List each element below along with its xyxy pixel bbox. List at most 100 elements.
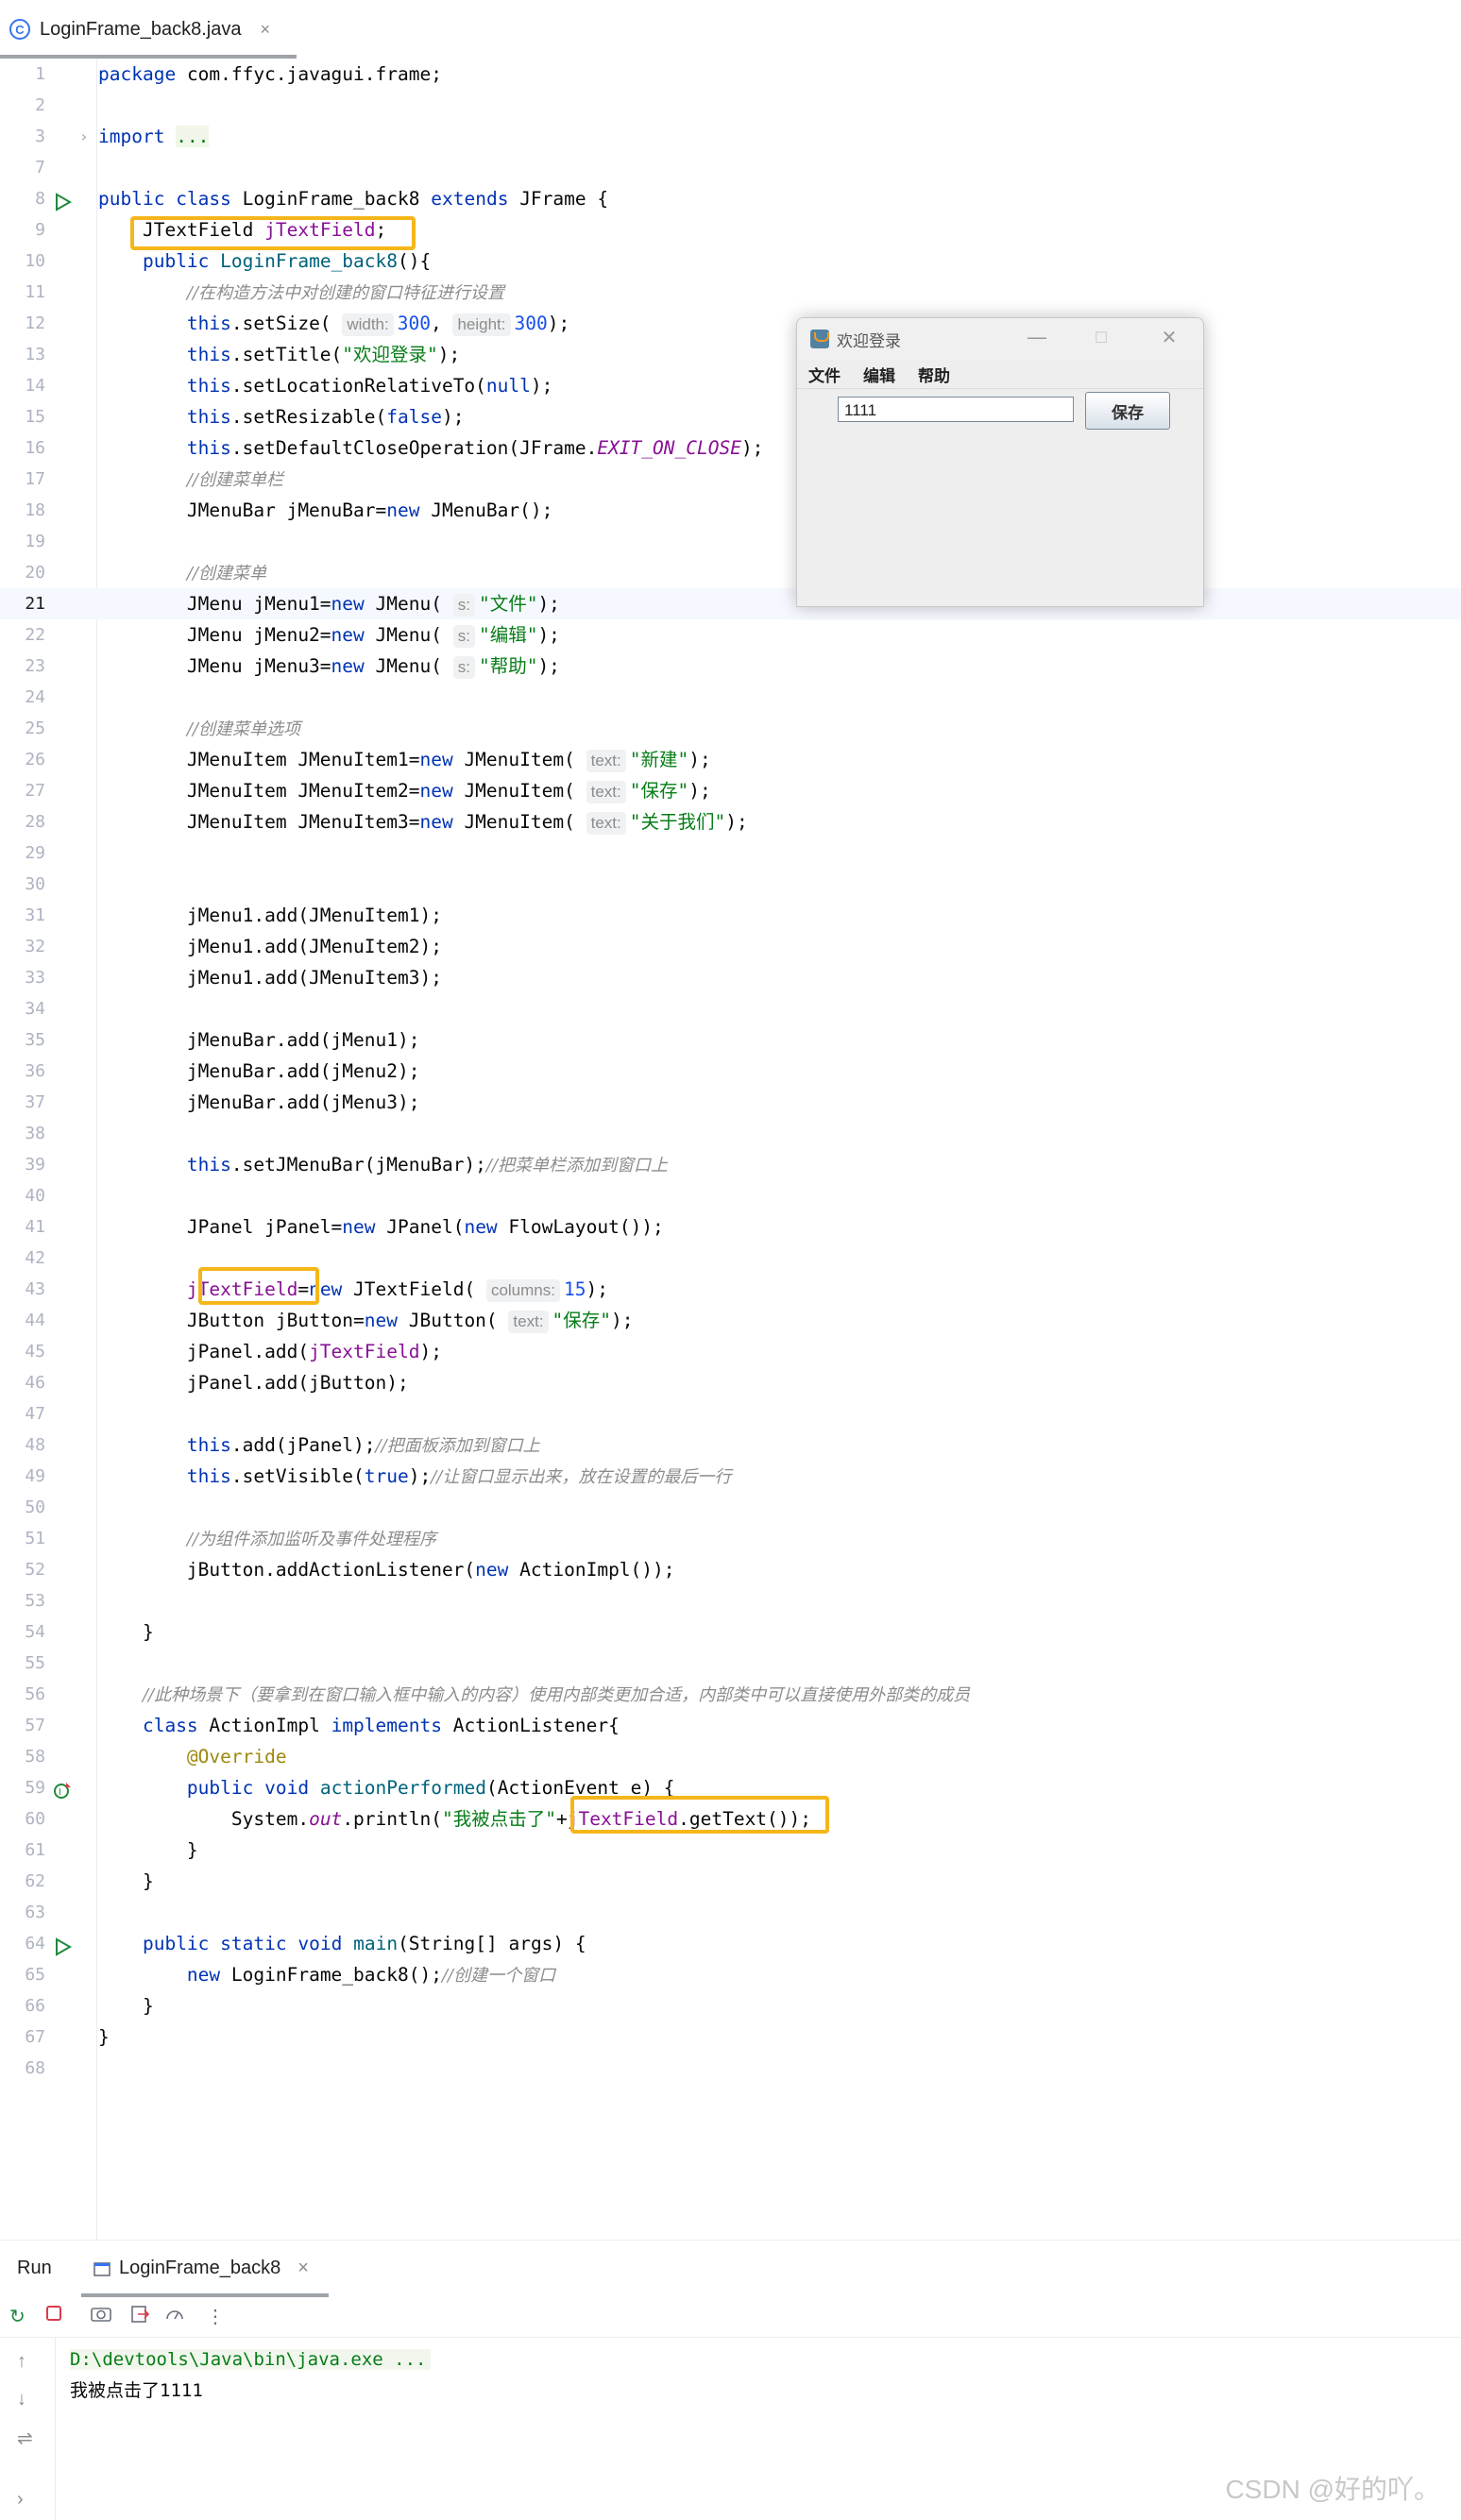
- code-line: 8 public class LoginFrame_back8 extends J…: [0, 183, 1461, 214]
- line-number: 48: [25, 1435, 45, 1455]
- swing-menu-bar: 文件 编辑 帮助: [797, 360, 1203, 389]
- menu-help[interactable]: 帮助: [918, 363, 950, 386]
- line-number: 66: [25, 1996, 45, 2016]
- minimize-icon[interactable]: —: [1018, 326, 1056, 349]
- line-number: 40: [25, 1186, 45, 1206]
- line-number: 21: [25, 594, 45, 614]
- menu-file[interactable]: 文件: [808, 363, 841, 386]
- line-number: 34: [25, 999, 45, 1019]
- code-line: 36 jMenuBar.add(jMenu2);: [0, 1056, 1461, 1087]
- console-line: 我被点击了1111: [70, 2380, 203, 2401]
- scroll-down-icon[interactable]: ↓: [17, 2389, 26, 2410]
- run-toolbar: ↻ ⋮: [0, 2297, 1461, 2338]
- highlight-box: [130, 216, 416, 250]
- stop-icon[interactable]: [45, 2305, 62, 2327]
- run-config-label: LoginFrame_back8: [119, 2258, 281, 2278]
- highlight-box: [570, 1796, 829, 1834]
- code-line: 47: [0, 1398, 1461, 1429]
- code-line: 57 class ActionImpl implements ActionLis…: [0, 1710, 1461, 1741]
- line-number: 64: [25, 1934, 45, 1953]
- line-number: 67: [25, 2027, 45, 2047]
- camera-icon[interactable]: [91, 2305, 111, 2327]
- line-number: 36: [25, 1061, 45, 1081]
- line-number: 20: [25, 563, 45, 583]
- application-icon: [93, 2261, 110, 2276]
- code-line: 68: [0, 2053, 1461, 2084]
- code-line: 67}: [0, 2021, 1461, 2053]
- line-number: 31: [25, 905, 45, 925]
- line-number: 39: [25, 1155, 45, 1175]
- line-number: 37: [25, 1092, 45, 1112]
- soft-wrap-icon[interactable]: ⇌: [17, 2427, 33, 2450]
- code-line: 7: [0, 152, 1461, 183]
- console-command: D:\devtools\Java\bin\java.exe ...: [70, 2349, 431, 2370]
- window-title-bar[interactable]: 欢迎登录 — ☐ ✕: [797, 318, 1203, 360]
- editor-tab[interactable]: C LoginFrame_back8.java ×: [9, 11, 293, 47]
- line-number: 51: [25, 1529, 45, 1548]
- line-number: 7: [35, 158, 45, 178]
- expand-icon[interactable]: ›: [17, 2489, 24, 2511]
- line-number: 50: [25, 1497, 45, 1517]
- line-number: 29: [25, 843, 45, 863]
- line-number: 28: [25, 812, 45, 832]
- run-config-tab[interactable]: LoginFrame_back8 ×: [93, 2258, 309, 2279]
- line-number: 53: [25, 1591, 45, 1611]
- code-line: 50: [0, 1492, 1461, 1523]
- code-editor[interactable]: 1 package com.ffyc.javagui.frame; 2 3 › imp…: [0, 59, 1461, 2240]
- java-app-icon: [810, 330, 829, 348]
- code-line: 11 //在构造方法中对创建的窗口特征进行设置: [0, 277, 1461, 308]
- code-line: 24: [0, 682, 1461, 713]
- profiler-icon[interactable]: [164, 2305, 185, 2329]
- line-number: 17: [25, 469, 45, 489]
- menu-edit[interactable]: 编辑: [863, 363, 895, 386]
- code-line: 66 }: [0, 1990, 1461, 2021]
- code-line: 20 //创建菜单: [0, 557, 1461, 588]
- line-number: 22: [25, 625, 45, 645]
- line-number: 8: [35, 189, 45, 209]
- line-number: 49: [25, 1466, 45, 1486]
- line-number: 65: [25, 1965, 45, 1985]
- line-number: 35: [25, 1030, 45, 1050]
- code-line: 38: [0, 1118, 1461, 1149]
- line-number: 2: [35, 95, 45, 115]
- fold-chevron-icon[interactable]: ›: [79, 121, 89, 152]
- window-title: 欢迎登录: [837, 331, 901, 351]
- code-line: 44 JButton jButton=new JButton( text: "保存…: [0, 1305, 1461, 1336]
- line-number: 16: [25, 438, 45, 458]
- line-number: 63: [25, 1903, 45, 1922]
- line-number: 13: [25, 345, 45, 364]
- code-line: 22 JMenu jMenu2=new JMenu( s: "编辑");: [0, 619, 1461, 651]
- code-line: 2: [0, 90, 1461, 121]
- rerun-icon[interactable]: ↻: [9, 2305, 25, 2328]
- code-line: 25 //创建菜单选项: [0, 713, 1461, 744]
- swing-login-window[interactable]: 欢迎登录 — ☐ ✕ 文件 编辑 帮助 1111 保存: [796, 317, 1204, 607]
- maximize-icon[interactable]: ☐: [1082, 329, 1120, 347]
- line-number: 45: [25, 1342, 45, 1361]
- line-number: 58: [25, 1747, 45, 1767]
- line-number: 12: [25, 313, 45, 333]
- code-line: 29: [0, 837, 1461, 869]
- console-output[interactable]: D:\devtools\Java\bin\java.exe ... 我被点击了1…: [70, 2344, 431, 2407]
- run-tool-window: Run LoginFrame_back8 × ↻ ⋮ ↑ ↓ ⇌ › D:\de…: [0, 2240, 1461, 2520]
- swing-text-field[interactable]: 1111: [838, 397, 1074, 422]
- code-line: 15 this.setResizable(false);: [0, 401, 1461, 432]
- line-number: 60: [25, 1809, 45, 1829]
- more-options-icon[interactable]: ⋮: [206, 2305, 225, 2328]
- exit-icon[interactable]: [130, 2305, 150, 2329]
- line-number: 10: [25, 251, 45, 271]
- code-line: 39 this.setJMenuBar(jMenuBar);//把菜单栏添加到窗…: [0, 1149, 1461, 1180]
- line-number: 27: [25, 781, 45, 801]
- code-line: 41 JPanel jPanel=new JPanel(new FlowLayo…: [0, 1211, 1461, 1243]
- close-tab-icon[interactable]: ×: [260, 20, 270, 40]
- highlight-box: [198, 1267, 319, 1305]
- close-icon[interactable]: ✕: [1150, 326, 1188, 348]
- code-line: 13 this.setTitle("欢迎登录");: [0, 339, 1461, 370]
- scroll-up-icon[interactable]: ↑: [17, 2351, 26, 2373]
- line-number: 1: [35, 64, 45, 84]
- svg-text:I: I: [59, 1787, 61, 1798]
- line-number: 47: [25, 1404, 45, 1424]
- watermark: CSDN @好的吖。: [1225, 2475, 1440, 2504]
- save-button[interactable]: 保存: [1085, 392, 1170, 430]
- close-tab-icon[interactable]: ×: [297, 2258, 309, 2279]
- code-line: 32 jMenu1.add(JMenuItem2);: [0, 931, 1461, 962]
